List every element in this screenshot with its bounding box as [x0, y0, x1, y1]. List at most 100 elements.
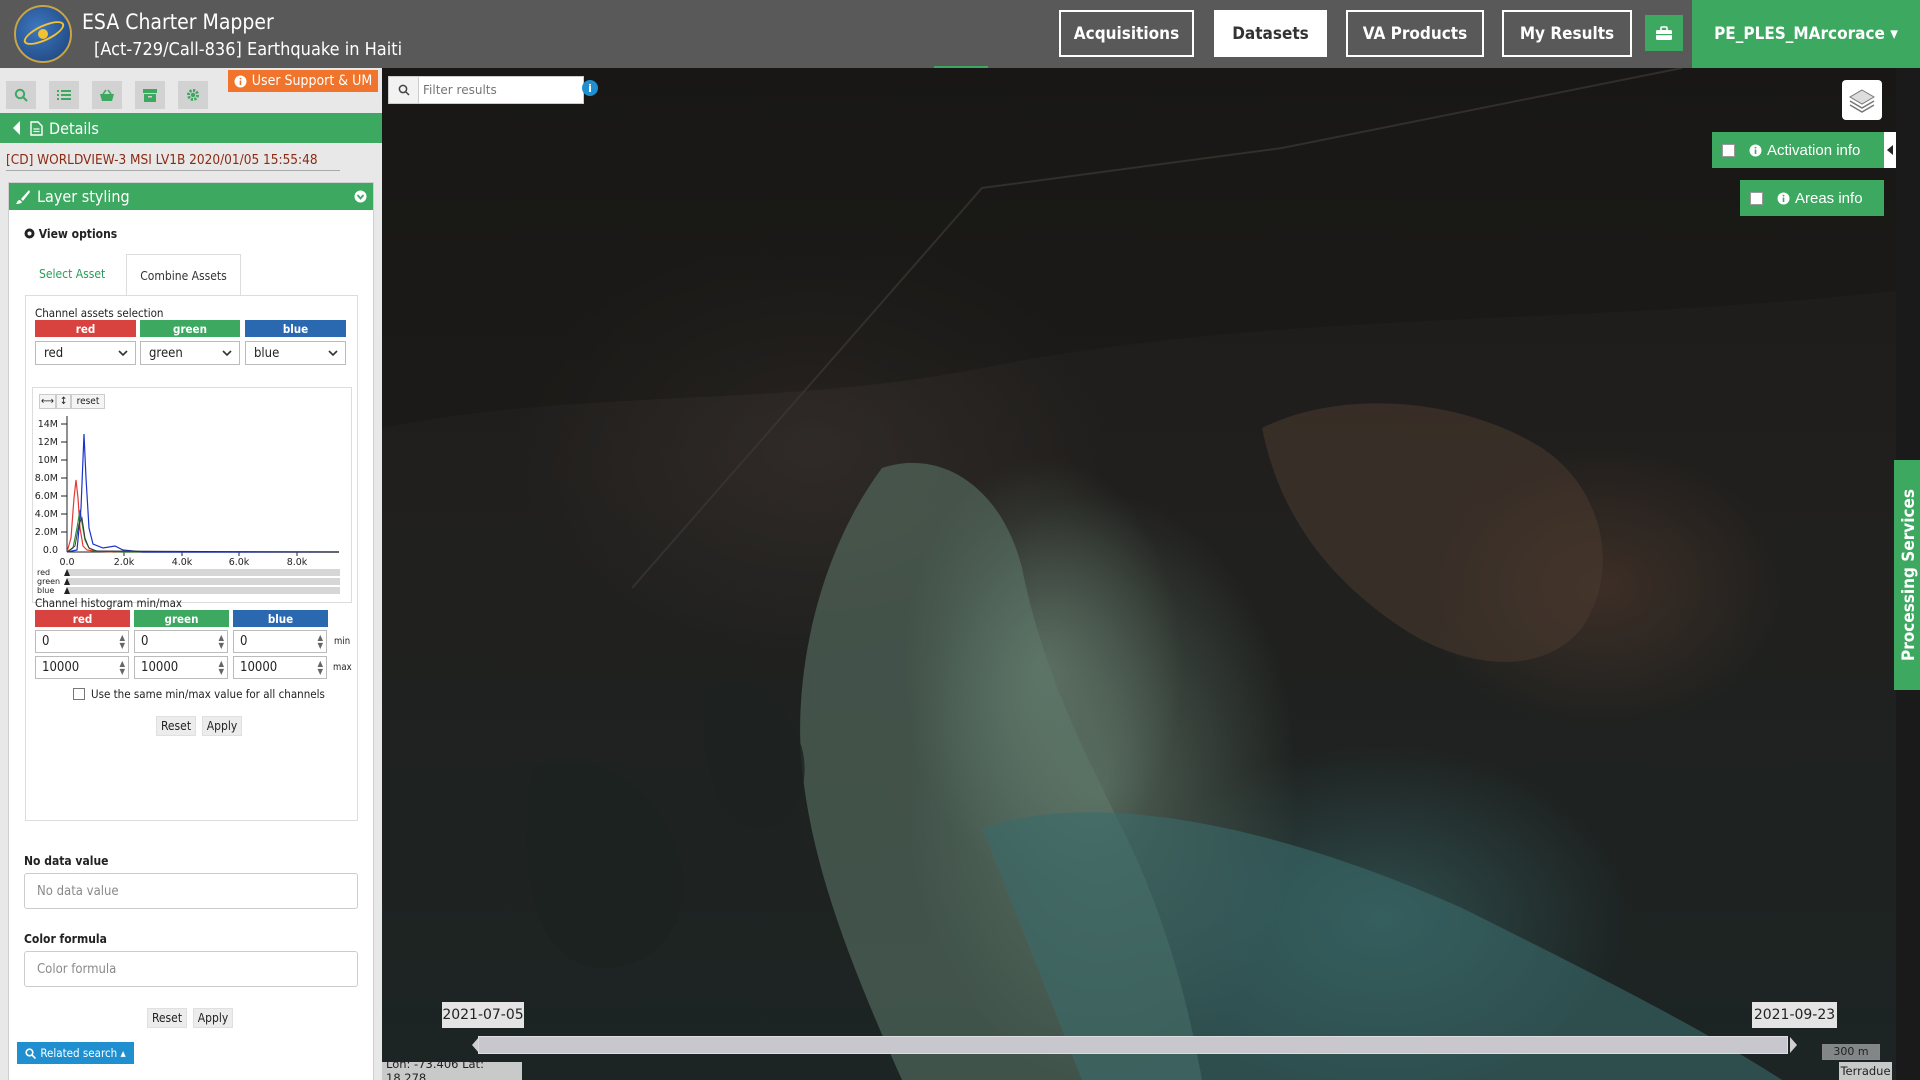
list-icon [57, 90, 71, 100]
blue-min-input[interactable]: 0 ▲ ▼ [233, 630, 327, 653]
green-min-input[interactable]: 0 ▲ ▼ [134, 630, 228, 653]
style-reset-button[interactable]: Reset [147, 1008, 187, 1028]
channel-chip-blue: blue [245, 320, 346, 337]
channel-chip-green: green [140, 320, 240, 337]
range-slider-blue[interactable] [67, 587, 340, 594]
header: ESA Charter Mapper [Act-729/Call-836] Ea… [0, 0, 1920, 69]
minmax-chip-blue: blue [233, 610, 328, 627]
filter-info-icon[interactable]: i [582, 80, 598, 96]
x-tick-0: 0.0 [59, 557, 74, 568]
processing-services-tab[interactable]: Processing Services [1894, 460, 1920, 690]
briefcase-button[interactable] [1645, 15, 1683, 51]
layers-button[interactable] [1842, 80, 1882, 120]
range-slider-green[interactable] [67, 578, 340, 585]
style-apply-button[interactable]: Apply [193, 1008, 233, 1028]
document-icon [30, 120, 43, 136]
search-icon [25, 1047, 37, 1059]
spinner-icon[interactable]: ▲ ▼ [317, 660, 323, 676]
minmax-apply-button[interactable]: Apply [202, 716, 242, 736]
my-results-button[interactable]: My Results [1502, 10, 1632, 57]
esa-charter-logo[interactable] [14, 5, 72, 63]
basket-tool-button[interactable] [92, 81, 122, 109]
acquisitions-button[interactable]: Acquisitions [1059, 10, 1194, 57]
max-caption: max [333, 662, 352, 673]
satellite-imagery [382, 68, 1920, 1080]
related-search-button[interactable]: Related search ▴ [17, 1042, 134, 1064]
map-attribution[interactable]: Terradue [1839, 1062, 1892, 1080]
back-chevron-icon[interactable] [10, 120, 22, 136]
red-channel-select[interactable]: red [35, 341, 136, 365]
channel-histogram[interactable]: ⟷ ↕ reset 14M 12M 10M 8.0M 6.0M 4.0M 2.0… [32, 387, 352, 603]
timeline-end-handle[interactable] [1790, 1037, 1797, 1053]
green-channel-select[interactable]: green [140, 341, 240, 365]
expand-right-button[interactable] [1884, 132, 1896, 168]
va-products-button[interactable]: VA Products [1346, 10, 1484, 57]
spinner-icon[interactable]: ▲ ▼ [119, 634, 125, 650]
spinner-icon[interactable]: ▲ ▼ [119, 660, 125, 676]
areas-info-checkbox[interactable] [1750, 191, 1763, 205]
red-max-input[interactable]: 10000 ▲ ▼ [35, 656, 129, 679]
caret-left-icon [1887, 145, 1893, 155]
y-tick-2m: 2.0M [35, 527, 58, 538]
histogram-green-line [66, 509, 339, 553]
user-support-button[interactable]: User Support & UM [228, 70, 378, 92]
scale-bar: 300 m [1822, 1044, 1880, 1060]
no-data-input[interactable] [24, 873, 358, 909]
blue-channel-value: blue [254, 345, 280, 361]
min-caption: min [334, 636, 351, 647]
divider [6, 170, 340, 171]
range-slider-red[interactable] [67, 569, 340, 576]
blue-channel-select[interactable]: blue [245, 341, 346, 365]
y-tick-12m: 12M [38, 437, 58, 448]
chevron-down-circle-icon[interactable] [354, 190, 367, 203]
red-min-input[interactable]: 0 ▲ ▼ [35, 630, 129, 653]
details-bar: Details [0, 113, 382, 143]
areas-info-label: Areas info [1795, 189, 1863, 207]
minmax-reset-button[interactable]: Reset [156, 716, 196, 736]
info-icon [1749, 144, 1762, 156]
filter-results-input[interactable] [423, 80, 579, 100]
archive-tool-button[interactable] [135, 81, 165, 109]
y-tick-10m: 10M [38, 455, 58, 466]
list-tool-button[interactable] [49, 81, 79, 109]
green-max-value: 10000 [141, 660, 179, 675]
layer-styling-card: Layer styling View options Select Asset … [8, 182, 374, 1080]
user-support-label: User Support & UM [251, 73, 373, 89]
timeline-slider[interactable] [478, 1036, 1788, 1054]
minmax-chip-green: green [134, 610, 229, 627]
activation-info-button[interactable]: Activation info [1712, 132, 1884, 168]
info-icon [234, 75, 247, 87]
activation-info-label: Activation info [1767, 141, 1861, 159]
spinner-icon[interactable]: ▲ ▼ [218, 634, 224, 650]
blue-max-input[interactable]: 10000 ▲ ▼ [233, 656, 327, 679]
spinner-icon[interactable]: ▲ ▼ [218, 660, 224, 676]
user-menu[interactable]: PE_PLES_MArcorace ▾ [1692, 0, 1920, 68]
green-channel-value: green [149, 345, 183, 361]
green-min-value: 0 [141, 634, 149, 649]
activation-info-checkbox[interactable] [1722, 143, 1735, 157]
map-view[interactable]: i Activation info Areas info Processing … [382, 68, 1920, 1080]
red-min-value: 0 [42, 634, 50, 649]
areas-info-button[interactable]: Areas info [1740, 180, 1884, 216]
filter-search-button[interactable] [389, 77, 419, 103]
layer-styling-header[interactable]: Layer styling [9, 183, 373, 210]
tab-combine-assets[interactable]: Combine Assets [126, 254, 241, 296]
app-title: ESA Charter Mapper [82, 10, 274, 34]
slider-label-blue: blue [37, 586, 54, 595]
spinner-icon[interactable]: ▲ ▼ [317, 634, 323, 650]
same-minmax-checkbox[interactable] [73, 688, 85, 700]
histogram-blue-line [66, 433, 339, 553]
view-options-text: View options [38, 227, 118, 241]
datasets-button[interactable]: Datasets [1214, 10, 1327, 57]
briefcase-icon [1656, 25, 1672, 40]
basket-icon [100, 89, 114, 101]
search-tool-button[interactable] [6, 81, 36, 109]
color-formula-input[interactable] [24, 951, 358, 987]
timeline-start-date: 2021-07-05 [442, 1002, 524, 1028]
blue-min-value: 0 [240, 634, 248, 649]
settings-tool-button[interactable] [178, 81, 208, 109]
tab-select-asset[interactable]: Select Asset [39, 267, 105, 281]
green-max-input[interactable]: 10000 ▲ ▼ [134, 656, 228, 679]
chevron-down-icon [328, 350, 338, 357]
view-options-label[interactable]: View options [24, 227, 117, 241]
